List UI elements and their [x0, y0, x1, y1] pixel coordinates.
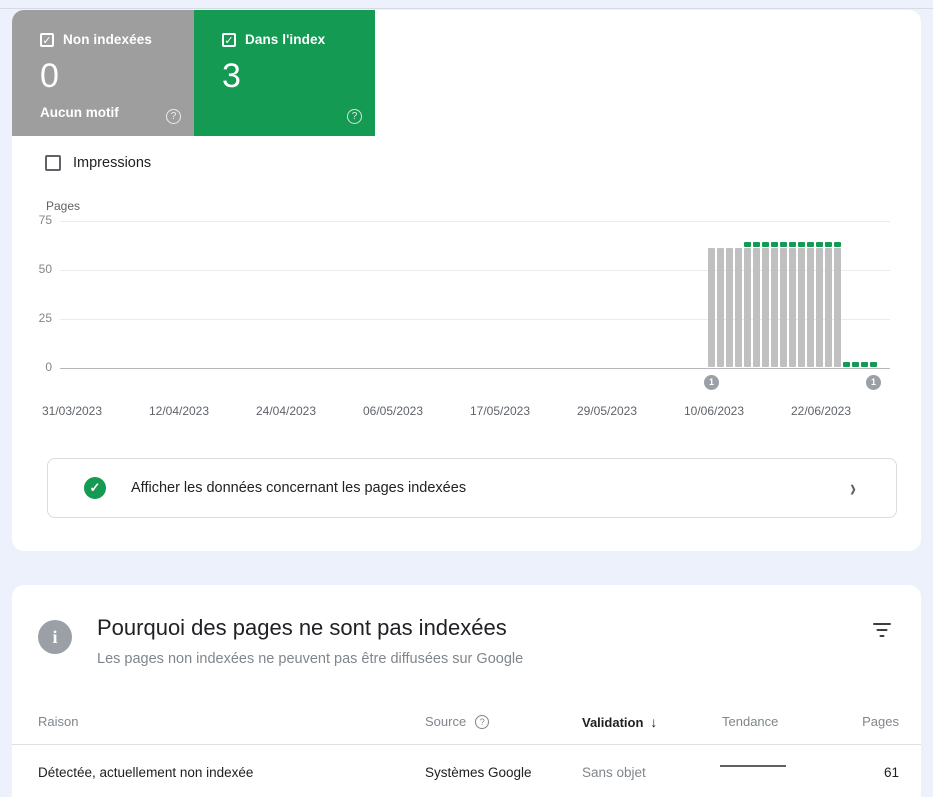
- bar-indexed: [789, 242, 796, 247]
- checkbox-unchecked-icon[interactable]: [45, 155, 61, 171]
- chart-marker[interactable]: 1: [866, 375, 881, 390]
- metric-label: Dans l'index: [245, 32, 326, 47]
- row-source: Systèmes Google: [425, 765, 532, 780]
- bar-non-indexed: [771, 248, 778, 367]
- metric-cards: ✓ Non indexées 0 Aucun motif ? ✓ Dans l'…: [12, 10, 375, 136]
- bar-indexed: [780, 242, 787, 247]
- y-tick-label: 25: [38, 311, 52, 325]
- metric-label: Non indexées: [63, 32, 152, 47]
- checkbox-checked-icon[interactable]: ✓: [222, 32, 236, 47]
- filter-icon[interactable]: [872, 623, 892, 639]
- y-tick-label: 50: [38, 262, 52, 276]
- indexing-chart-card: ✓ Non indexées 0 Aucun motif ? ✓ Dans l'…: [12, 10, 921, 551]
- banner-label: Afficher les données concernant les page…: [131, 480, 467, 496]
- impressions-label: Impressions: [73, 155, 152, 171]
- bar-non-indexed: [762, 248, 769, 367]
- bar-non-indexed: [753, 248, 760, 367]
- bar-indexed: [843, 362, 850, 367]
- bar-indexed: [798, 242, 805, 247]
- column-header-validation[interactable]: Validation ↓: [582, 714, 657, 730]
- column-header-source[interactable]: Source ?: [425, 714, 490, 729]
- bar-non-indexed: [726, 248, 733, 367]
- bar-non-indexed: [717, 248, 724, 367]
- column-header-tendance[interactable]: Tendance: [722, 714, 778, 729]
- column-header-pages[interactable]: Pages: [862, 714, 899, 729]
- bar-non-indexed: [780, 248, 787, 367]
- x-tick-label: 06/05/2023: [362, 404, 424, 418]
- y-tick-label: 0: [45, 360, 52, 374]
- bar-non-indexed: [798, 248, 805, 367]
- bar-indexed: [807, 242, 814, 247]
- top-strip: [0, 0, 933, 9]
- bar-non-indexed: [834, 248, 841, 367]
- x-tick-label: 10/06/2023: [683, 404, 745, 418]
- y-axis-title: Pages: [46, 199, 81, 213]
- section-title: Pourquoi des pages ne sont pas indexées: [97, 615, 507, 640]
- help-icon[interactable]: ?: [166, 109, 181, 124]
- source-header-label: Source: [425, 714, 467, 729]
- bar-non-indexed: [789, 248, 796, 367]
- section-subtitle: Les pages non indexées ne peuvent pas êt…: [97, 651, 524, 667]
- chart-marker[interactable]: 1: [704, 375, 719, 390]
- column-header-raison[interactable]: Raison: [38, 714, 78, 729]
- row-validation: Sans objet: [582, 765, 646, 780]
- table-row[interactable]: Détectée, actuellement non indexée Systè…: [12, 745, 921, 797]
- x-tick-label: 24/04/2023: [255, 404, 317, 418]
- row-reason[interactable]: Détectée, actuellement non indexée: [38, 765, 253, 780]
- bar-non-indexed: [735, 248, 742, 367]
- x-tick-label: 17/05/2023: [469, 404, 531, 418]
- y-tick-label: 75: [38, 213, 52, 227]
- x-tick-label: 29/05/2023: [576, 404, 638, 418]
- bar-indexed: [825, 242, 832, 247]
- help-icon[interactable]: ?: [347, 109, 362, 124]
- gridline-0: [60, 368, 890, 369]
- checkbox-checked-icon[interactable]: ✓: [40, 32, 54, 47]
- metric-card-non-indexees[interactable]: ✓ Non indexées 0 Aucun motif ?: [12, 10, 194, 136]
- bar-indexed: [753, 242, 760, 247]
- info-icon: i: [38, 620, 72, 654]
- trend-sparkline: [720, 765, 786, 767]
- check-circle-icon: ✓: [84, 477, 106, 499]
- bar-non-indexed: [807, 248, 814, 367]
- metric-value: 0: [40, 57, 59, 95]
- x-tick-label: 22/06/2023: [790, 404, 852, 418]
- metric-card-dans-index[interactable]: ✓ Dans l'index 3 ?: [194, 10, 375, 136]
- x-tick-label: 12/04/2023: [148, 404, 210, 418]
- bar-indexed: [771, 242, 778, 247]
- not-indexed-reasons-card: i Pourquoi des pages ne sont pas indexée…: [12, 585, 921, 797]
- help-icon[interactable]: ?: [475, 714, 490, 729]
- bar-non-indexed: [708, 248, 715, 367]
- x-tick-label: 31/03/2023: [41, 404, 103, 418]
- metric-sublabel: Aucun motif: [40, 105, 119, 120]
- bar-indexed: [744, 242, 751, 247]
- bar-indexed: [762, 242, 769, 247]
- gridline-75: [60, 221, 890, 222]
- view-indexed-pages-banner[interactable]: ✓ Afficher les données concernant les pa…: [47, 458, 897, 518]
- bar-indexed: [816, 242, 823, 247]
- bar-non-indexed: [816, 248, 823, 367]
- chevron-right-icon[interactable]: ›: [850, 473, 856, 502]
- row-pages-count: 61: [883, 765, 899, 780]
- bar-non-indexed: [825, 248, 832, 367]
- sort-descending-icon[interactable]: ↓: [650, 714, 657, 730]
- impressions-toggle[interactable]: Impressions: [45, 155, 151, 171]
- bar-indexed: [834, 242, 841, 247]
- metric-value: 3: [222, 57, 241, 95]
- bar-indexed: [861, 362, 868, 367]
- bar-non-indexed: [744, 248, 751, 367]
- table-header-row: Raison Source ? Validation ↓ Tendance Pa…: [12, 699, 921, 745]
- validation-header-label: Validation: [582, 714, 644, 730]
- pages-bar-chart: Pages 75 50 25 0 1 1 31/03/2023 12/04/2023 24/04…: [12, 197, 921, 432]
- bar-indexed: [852, 362, 859, 367]
- bar-indexed: [870, 362, 877, 367]
